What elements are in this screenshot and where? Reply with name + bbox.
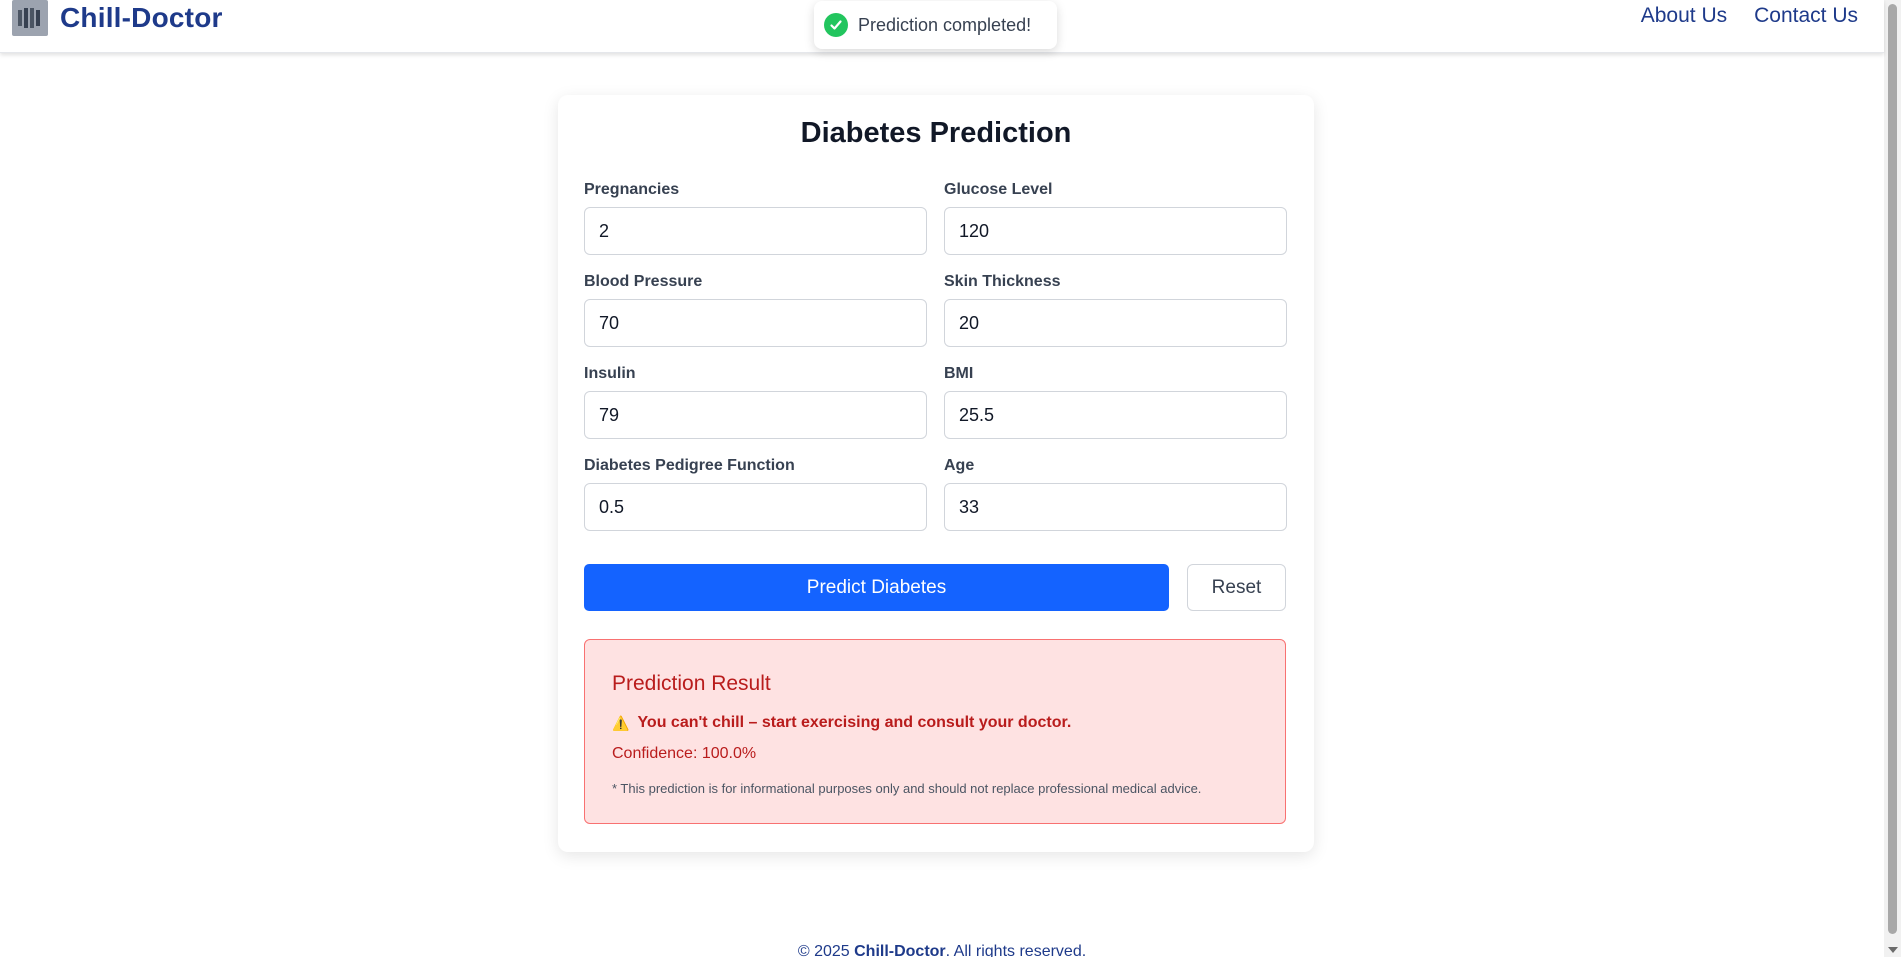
insulin-input[interactable]	[584, 391, 927, 439]
prediction-card: Diabetes Prediction Pregnancies Glucose …	[558, 95, 1314, 852]
blood-pressure-label: Blood Pressure	[584, 273, 703, 290]
pregnancies-label: Pregnancies	[584, 181, 680, 198]
nav-about-us[interactable]: About Us	[1641, 4, 1727, 28]
disclaimer-note: * This prediction is for informational p…	[612, 781, 1202, 796]
brand-name[interactable]: Chill-Doctor	[60, 2, 223, 34]
age-field: Age	[944, 457, 1287, 531]
scrollbar-thumb[interactable]	[1888, 4, 1897, 934]
logo-icon	[12, 0, 48, 36]
pedigree-field: Diabetes Pedigree Function	[584, 457, 927, 531]
age-label: Age	[944, 457, 975, 474]
check-circle-icon	[824, 13, 848, 37]
blood-pressure-field: Blood Pressure	[584, 273, 927, 347]
glucose-input[interactable]	[944, 207, 1287, 255]
bmi-input[interactable]	[944, 391, 1287, 439]
age-input[interactable]	[944, 483, 1287, 531]
page-scrollbar[interactable]	[1884, 0, 1901, 957]
insulin-label: Insulin	[584, 365, 636, 382]
bmi-field: BMI	[944, 365, 1287, 439]
nav-contact-us[interactable]: Contact Us	[1754, 4, 1858, 28]
reset-button[interactable]: Reset	[1187, 564, 1286, 611]
footer-copyright: © 2025	[797, 943, 850, 957]
nav-links: About Us Contact Us	[1641, 4, 1858, 28]
pedigree-label: Diabetes Pedigree Function	[584, 457, 795, 474]
result-message: You can't chill – start exercising and c…	[637, 714, 1072, 731]
toast-message: Prediction completed!	[858, 14, 1032, 35]
footer-brand: Chill-Doctor	[854, 943, 946, 957]
pregnancies-field: Pregnancies	[584, 181, 927, 255]
brand-link[interactable]: Chill-Doctor	[12, 0, 223, 36]
prediction-result-box: Prediction Result ⚠️ You can't chill – s…	[584, 639, 1286, 824]
bmi-label: BMI	[944, 365, 974, 382]
footer-rights: . All rights reserved.	[945, 943, 1087, 957]
skin-thickness-input[interactable]	[944, 299, 1287, 347]
success-toast: Prediction completed!	[814, 1, 1057, 49]
page-title: Diabetes Prediction	[800, 117, 1072, 149]
insulin-field: Insulin	[584, 365, 927, 439]
footer: © 2025 Chill-Doctor. All rights reserved…	[0, 943, 1884, 957]
confidence-text: Confidence: 100.0%	[612, 745, 757, 762]
glucose-label: Glucose Level	[944, 181, 1053, 198]
blood-pressure-input[interactable]	[584, 299, 927, 347]
pedigree-input[interactable]	[584, 483, 927, 531]
predict-button[interactable]: Predict Diabetes	[584, 564, 1169, 611]
warning-icon: ⚠️	[612, 714, 630, 731]
glucose-field: Glucose Level	[944, 181, 1287, 255]
scroll-down-arrow-icon[interactable]	[1888, 947, 1898, 953]
result-message-row: ⚠️ You can't chill – start exercising an…	[612, 714, 1071, 732]
skin-thickness-label: Skin Thickness	[944, 273, 1061, 290]
skin-thickness-field: Skin Thickness	[944, 273, 1287, 347]
result-title: Prediction Result	[612, 672, 771, 695]
pregnancies-input[interactable]	[584, 207, 927, 255]
